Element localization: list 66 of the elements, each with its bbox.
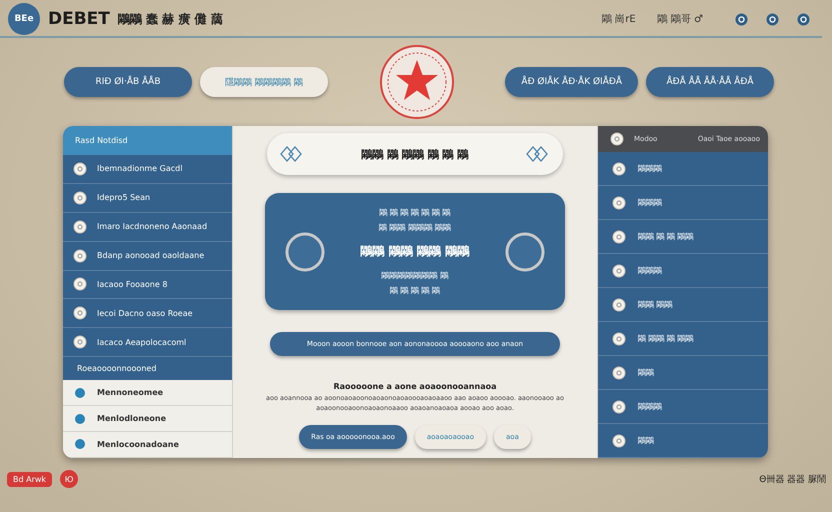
sidebar-item[interactable]: Ibemnadionme Gacdl xyxy=(63,154,232,184)
app-title: DEBET xyxy=(48,9,110,29)
dial-icon[interactable] xyxy=(285,232,325,272)
sidebar-item[interactable]: Menlocoonadoane xyxy=(63,432,232,458)
circle-icon xyxy=(610,132,624,146)
header-link[interactable]: 鷴 鷴哥 ♂ xyxy=(658,12,703,26)
sidebar-item[interactable]: Idepro5 Sean xyxy=(63,184,232,213)
card-text: 鷴 鷴鷴 鷴鷴鷴 鷴鷴 xyxy=(379,222,451,233)
circle-icon xyxy=(612,400,626,414)
dot-icon xyxy=(75,388,85,398)
card-text: 鷴 鷴 鷴 鷴 鷴 鷴 鷴 xyxy=(379,207,451,218)
circle-icon xyxy=(73,220,87,234)
round-badge: Ю xyxy=(60,470,78,488)
nav-button[interactable]: 隱鷴鷴 鷴鷴鷴鷴 鷴 xyxy=(200,67,328,97)
circle-icon xyxy=(73,306,87,320)
main-title: 鷴鷴 鷴 鷴鷴 鷴 鷴 鷴 xyxy=(361,146,469,162)
list-item[interactable]: 鷴鷴鷴 xyxy=(598,390,768,424)
circle-icon[interactable] xyxy=(797,12,810,26)
nav-button[interactable]: ÅÐ ØIÅK ÅÐ·ÅK ØIÅÐÅ xyxy=(505,67,638,97)
list-item[interactable]: 鷴鷴 鷴鷴 xyxy=(598,288,768,322)
card-text: 鷴 鷴 鷴 鷴 鷴 xyxy=(390,285,440,296)
circle-icon xyxy=(612,196,626,210)
circle-icon xyxy=(73,248,87,263)
dot-icon xyxy=(75,414,85,424)
header-link[interactable]: 鷴 崗rE xyxy=(602,12,636,26)
sidebar-item[interactable]: Iacaoo Fooaone 8 xyxy=(63,270,232,300)
list-item[interactable]: 鷴鷴 鷴 鷴 鷴鷴 xyxy=(598,220,768,254)
footer-caption: Θ卌器 器器 脲鬧 xyxy=(759,474,826,486)
circle-icon xyxy=(612,230,626,244)
circle-icon xyxy=(612,366,626,380)
list-item[interactable]: 鷴鷴鷴 xyxy=(598,152,768,186)
sidebar-item[interactable]: Menlodloneone xyxy=(63,406,232,432)
circle-icon[interactable] xyxy=(766,12,779,26)
sidebar-item[interactable]: Mennoneomee xyxy=(63,380,232,406)
sidebar-header: Rasd Notdisd xyxy=(63,126,232,155)
sidebar-item[interactable]: Imaro Iacdnoneno Aaonaad xyxy=(63,212,232,242)
circle-icon xyxy=(612,332,626,346)
sidebar-item[interactable]: Iacaco Aeapolocacoml xyxy=(63,328,232,358)
circle-icon xyxy=(73,277,87,292)
dial-icon[interactable] xyxy=(504,232,545,272)
circle-icon xyxy=(612,264,626,278)
circle-icon[interactable] xyxy=(735,12,748,26)
sidebar-group-label: Roeaoooonnoooned xyxy=(63,357,232,380)
list-item[interactable]: 鷴鷴鷴 xyxy=(598,254,768,288)
nav-button[interactable]: RIÐ ØI·ÅB ÅÅB xyxy=(64,67,192,97)
circle-icon xyxy=(73,190,87,205)
list-item[interactable]: 鷴鷴 xyxy=(598,356,768,390)
circle-icon xyxy=(73,162,87,176)
tag: Bd Arwk xyxy=(7,472,52,486)
circle-icon xyxy=(612,298,626,312)
dot-icon xyxy=(75,439,85,450)
card-text: 鷴鷴鷴鷴鷴鷴鷴 鷴 xyxy=(382,270,448,281)
nav-button[interactable]: ÅÐÅ ÅÅ ÅÅ·ÅÅ ÅÐÅ xyxy=(646,67,774,97)
list-item[interactable]: 鷴 鷴鷴 鷴 鷴鷴 xyxy=(598,322,768,356)
sidebar-item[interactable]: Bdanp aonooad oaoldaane xyxy=(63,242,232,271)
paragraph-title: Raooooone a aone aoaoonooannaoa xyxy=(334,382,496,391)
logo: BEe xyxy=(8,3,40,35)
list-item[interactable]: 鷴鷴鷴 xyxy=(598,186,768,220)
list-item[interactable]: 鷴鷴 xyxy=(598,424,768,458)
star-stamp-icon xyxy=(378,44,455,120)
circle-icon xyxy=(73,335,87,350)
circle-icon xyxy=(612,162,626,176)
sidebar-item[interactable]: Iecoi Dacno oaso Roeae xyxy=(63,299,232,328)
circle-icon xyxy=(612,434,626,448)
app-subtitle: 鷴鷴 蠢 赫 癀 儺 藹 xyxy=(118,10,223,28)
card-headline: 鷴鷴 鷴鷴 鷴鷴 鷴鷴 xyxy=(360,243,470,260)
